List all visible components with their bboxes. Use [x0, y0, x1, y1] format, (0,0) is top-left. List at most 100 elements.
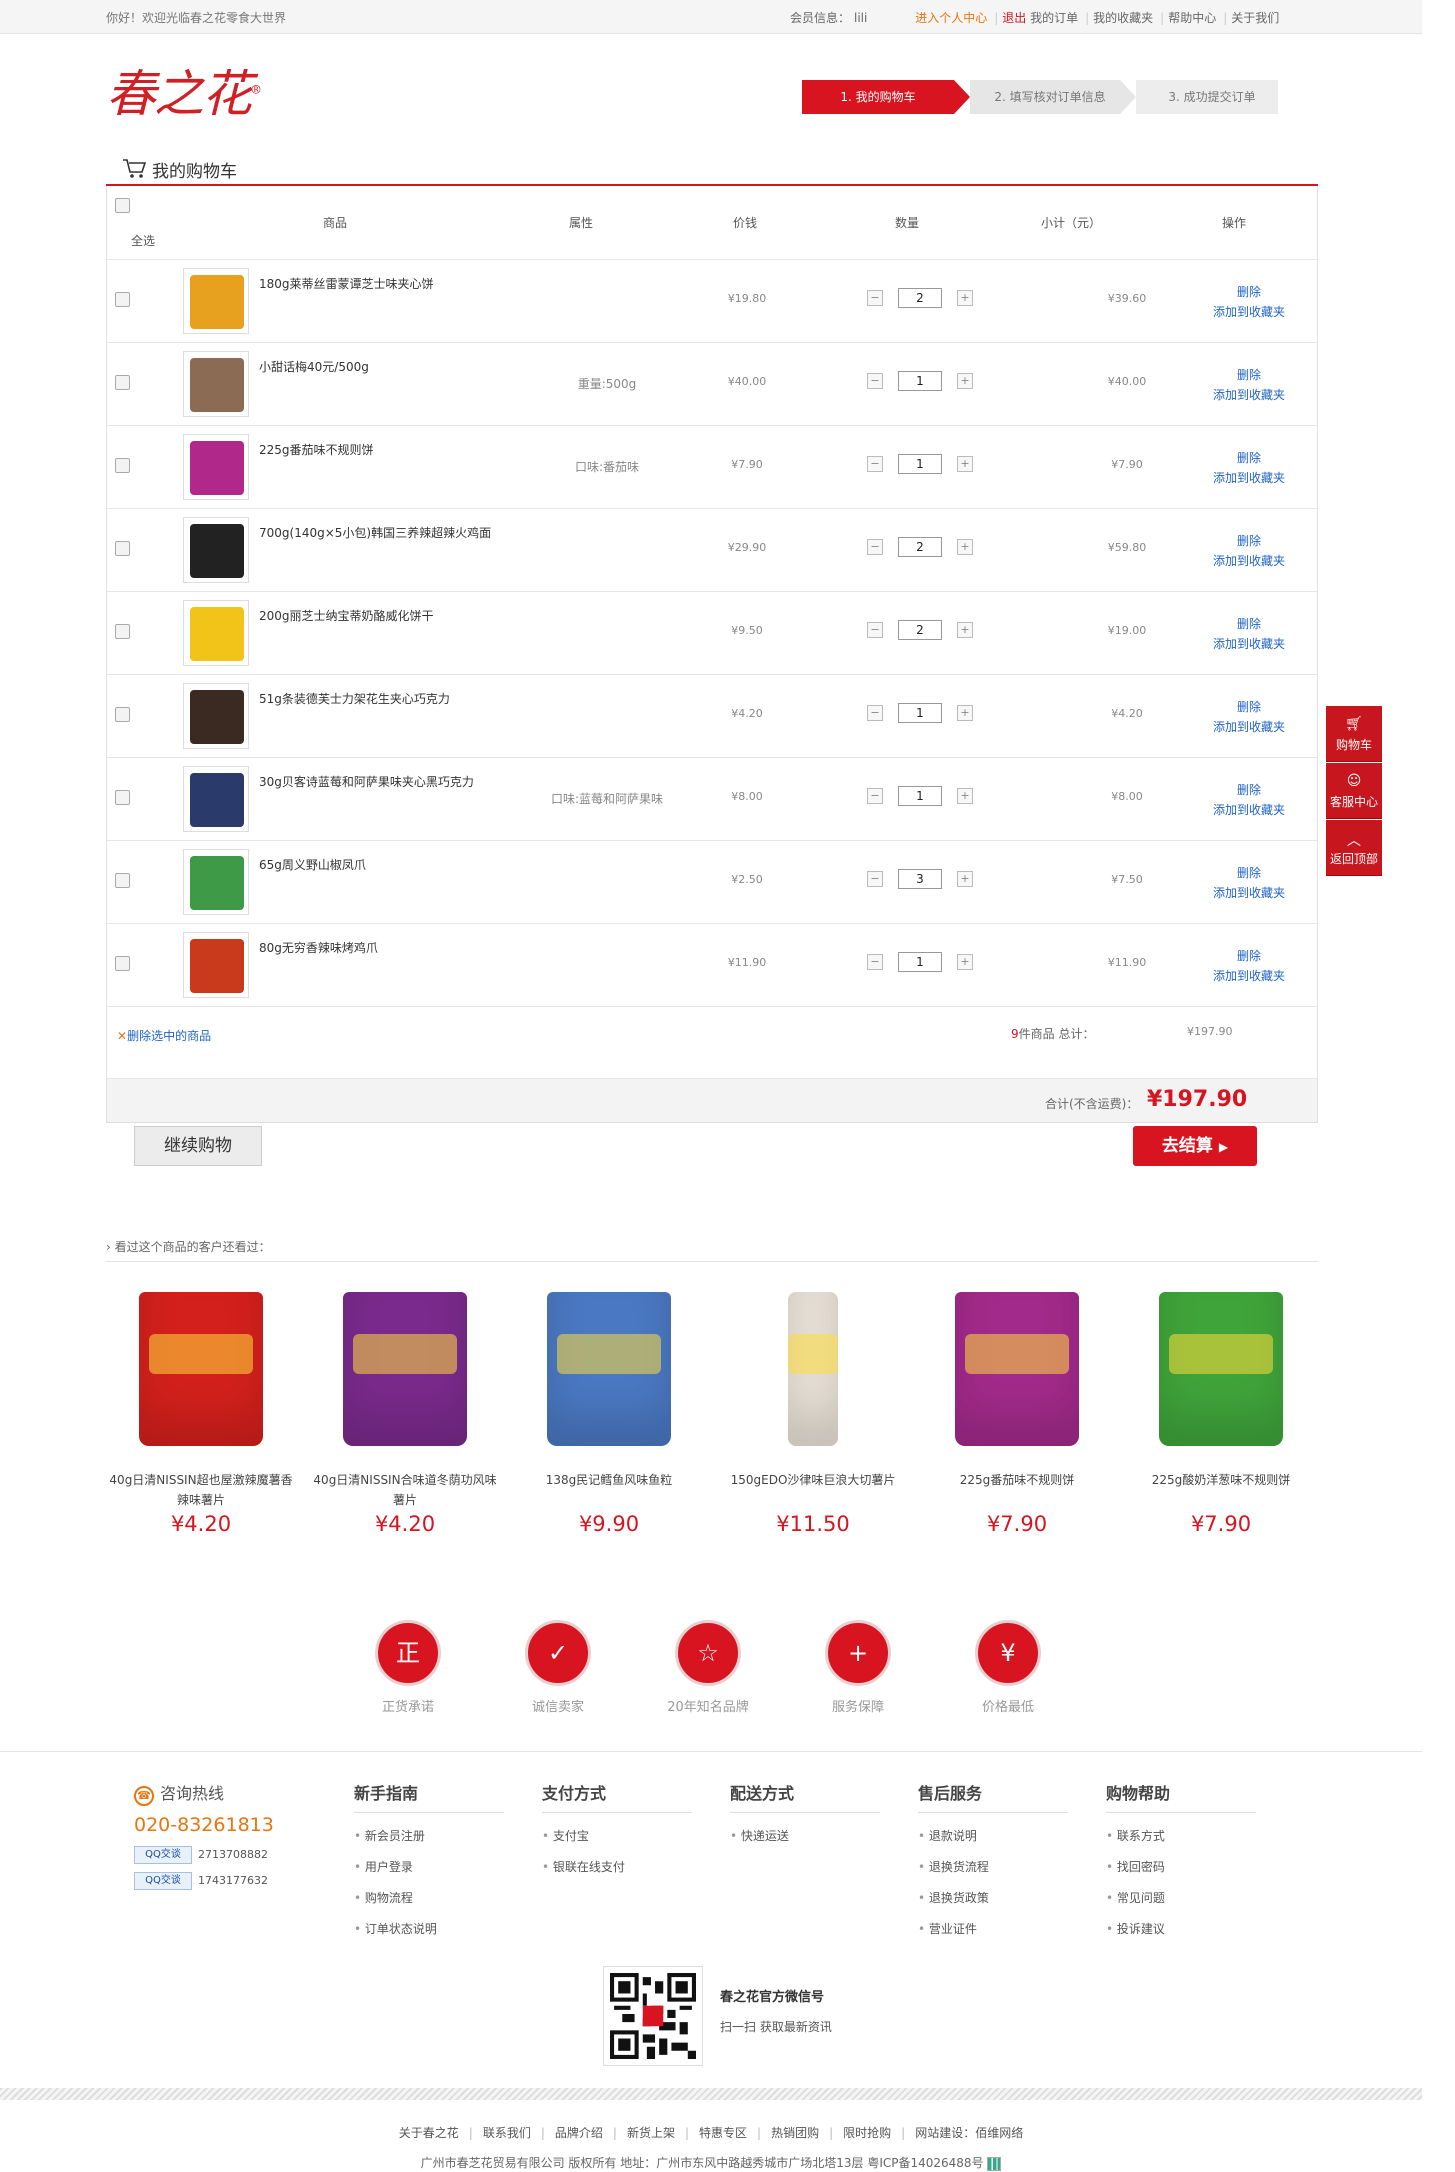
bottom-link[interactable]: 关于春之花: [399, 2126, 459, 2140]
item-checkbox[interactable]: [115, 873, 130, 888]
checkout-button[interactable]: 去结算 ▶: [1133, 1126, 1257, 1166]
delete-link[interactable]: 删除: [1169, 531, 1329, 551]
qty-minus-button[interactable]: −: [867, 788, 883, 804]
footer-link[interactable]: 常见问题: [1106, 1889, 1256, 1906]
qty-input[interactable]: 1: [898, 786, 942, 806]
bottom-link[interactable]: 品牌介绍: [555, 2126, 603, 2140]
qty-input[interactable]: 1: [898, 454, 942, 474]
product-thumbnail[interactable]: [183, 351, 249, 417]
item-checkbox[interactable]: [115, 375, 130, 390]
side-cart-button[interactable]: 🛒︎ 购物车: [1326, 706, 1382, 762]
item-checkbox[interactable]: [115, 624, 130, 639]
add-to-favorites-link[interactable]: 添加到收藏夹: [1169, 385, 1329, 405]
continue-shopping-button[interactable]: 继续购物: [134, 1126, 262, 1166]
recommended-product-name[interactable]: 225g番茄味不规则饼: [922, 1470, 1112, 1510]
add-to-favorites-link[interactable]: 添加到收藏夹: [1169, 468, 1329, 488]
qty-input[interactable]: 3: [898, 869, 942, 889]
item-checkbox[interactable]: [115, 707, 130, 722]
footer-link[interactable]: 投诉建议: [1106, 1920, 1256, 1937]
item-checkbox[interactable]: [115, 790, 130, 805]
delete-link[interactable]: 删除: [1169, 448, 1329, 468]
qty-minus-button[interactable]: −: [867, 622, 883, 638]
qty-minus-button[interactable]: −: [867, 705, 883, 721]
bottom-link[interactable]: 新货上架: [627, 2126, 675, 2140]
favorites-link[interactable]: 我的收藏夹: [1093, 11, 1153, 25]
recommended-product-name[interactable]: 138g民记鳕鱼风味鱼粒: [514, 1470, 704, 1510]
qty-minus-button[interactable]: −: [867, 954, 883, 970]
qty-input[interactable]: 1: [898, 371, 942, 391]
delete-link[interactable]: 删除: [1169, 863, 1329, 883]
add-to-favorites-link[interactable]: 添加到收藏夹: [1169, 883, 1329, 903]
footer-link[interactable]: 用户登录: [354, 1858, 504, 1875]
product-name[interactable]: 225g番茄味不规则饼: [259, 441, 374, 458]
recommended-product[interactable]: 40g日清NISSIN超也屋激辣魔薯香辣味薯片 ¥4.20: [106, 1284, 296, 1536]
item-checkbox[interactable]: [115, 458, 130, 473]
product-name[interactable]: 51g条装德芙士力架花生夹心巧克力: [259, 690, 450, 707]
item-checkbox[interactable]: [115, 292, 130, 307]
recommended-product-image[interactable]: [947, 1284, 1087, 1454]
product-thumbnail[interactable]: [183, 932, 249, 998]
add-to-favorites-link[interactable]: 添加到收藏夹: [1169, 551, 1329, 571]
add-to-favorites-link[interactable]: 添加到收藏夹: [1169, 800, 1329, 820]
logout-link[interactable]: 退出: [1002, 11, 1026, 25]
footer-link[interactable]: 找回密码: [1106, 1858, 1256, 1875]
footer-link[interactable]: 营业证件: [918, 1920, 1068, 1937]
recommended-product-image[interactable]: [1151, 1284, 1291, 1454]
bottom-link[interactable]: 联系我们: [483, 2126, 531, 2140]
product-thumbnail[interactable]: [183, 766, 249, 832]
qty-input[interactable]: 1: [898, 952, 942, 972]
qq-contact-1[interactable]: QQ交谈 2713708882: [134, 1846, 314, 1864]
qty-input[interactable]: 2: [898, 288, 942, 308]
footer-link[interactable]: 退换货流程: [918, 1858, 1068, 1875]
add-to-favorites-link[interactable]: 添加到收藏夹: [1169, 634, 1329, 654]
product-name[interactable]: 小甜话梅40元/500g: [259, 358, 369, 375]
delete-link[interactable]: 删除: [1169, 365, 1329, 385]
product-name[interactable]: 30g贝客诗蓝莓和阿萨果味夹心黑巧克力: [259, 773, 474, 790]
bottom-link[interactable]: 限时抢购: [843, 2126, 891, 2140]
select-all-checkbox[interactable]: [115, 198, 130, 213]
delete-link[interactable]: 删除: [1169, 780, 1329, 800]
item-checkbox[interactable]: [115, 956, 130, 971]
qq-contact-2[interactable]: QQ交谈 1743177632: [134, 1872, 314, 1890]
product-thumbnail[interactable]: [183, 849, 249, 915]
product-thumbnail[interactable]: [183, 517, 249, 583]
footer-link[interactable]: 购物流程: [354, 1889, 504, 1906]
qty-plus-button[interactable]: +: [957, 705, 973, 721]
bottom-link[interactable]: 特惠专区: [699, 2126, 747, 2140]
qty-plus-button[interactable]: +: [957, 373, 973, 389]
bottom-link[interactable]: 热销团购: [771, 2126, 819, 2140]
footer-link[interactable]: 支付宝: [542, 1827, 692, 1844]
recommended-product[interactable]: 225g番茄味不规则饼 ¥7.90: [922, 1284, 1112, 1536]
recommended-product-image[interactable]: [335, 1284, 475, 1454]
about-us-link[interactable]: 关于我们: [1231, 11, 1279, 25]
qty-plus-button[interactable]: +: [957, 954, 973, 970]
recommended-product-name[interactable]: 225g酸奶洋葱味不规则饼: [1126, 1470, 1316, 1510]
add-to-favorites-link[interactable]: 添加到收藏夹: [1169, 717, 1329, 737]
footer-link[interactable]: 退换货政策: [918, 1889, 1068, 1906]
side-top-button[interactable]: ︿ 返回顶部: [1326, 820, 1382, 876]
recommended-product[interactable]: 40g日清NISSIN合味道冬荫功风味薯片 ¥4.20: [310, 1284, 500, 1536]
product-thumbnail[interactable]: [183, 268, 249, 334]
side-service-button[interactable]: ☺ 客服中心: [1326, 763, 1382, 819]
help-center-link[interactable]: 帮助中心: [1168, 11, 1216, 25]
item-checkbox[interactable]: [115, 541, 130, 556]
product-thumbnail[interactable]: [183, 600, 249, 666]
qty-plus-button[interactable]: +: [957, 539, 973, 555]
product-name[interactable]: 200g丽芝士纳宝蒂奶酪威化饼干: [259, 607, 434, 624]
delete-link[interactable]: 删除: [1169, 946, 1329, 966]
recommended-product[interactable]: 225g酸奶洋葱味不规则饼 ¥7.90: [1126, 1284, 1316, 1536]
product-name[interactable]: 65g周义野山椒凤爪: [259, 856, 366, 873]
delete-selected-link[interactable]: ✕删除选中的商品: [117, 1027, 211, 1044]
footer-link[interactable]: 新会员注册: [354, 1827, 504, 1844]
delete-link[interactable]: 删除: [1169, 282, 1329, 302]
qty-minus-button[interactable]: −: [867, 456, 883, 472]
product-thumbnail[interactable]: [183, 434, 249, 500]
qty-plus-button[interactable]: +: [957, 290, 973, 306]
footer-link[interactable]: 订单状态说明: [354, 1920, 504, 1937]
site-logo[interactable]: 春之花®: [106, 54, 262, 126]
footer-link[interactable]: 快递运送: [730, 1827, 880, 1844]
qty-plus-button[interactable]: +: [957, 788, 973, 804]
product-thumbnail[interactable]: [183, 683, 249, 749]
qty-minus-button[interactable]: −: [867, 373, 883, 389]
qty-plus-button[interactable]: +: [957, 871, 973, 887]
